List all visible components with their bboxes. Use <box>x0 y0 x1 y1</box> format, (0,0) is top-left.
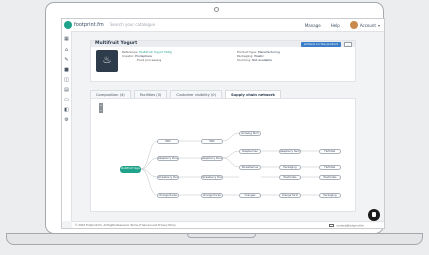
chevron-down-icon: ▾ <box>377 22 380 28</box>
copyright-text: © 2024 Footprint.fm. All Rights Reserved… <box>75 224 176 227</box>
graph-node[interactable]: Strawberries <box>239 165 261 170</box>
category-value: Food processing <box>137 58 162 62</box>
mail-icon <box>329 224 335 227</box>
supply-chain-panel: + − Multifruit Yogurt Milk Milk Raspberr… <box>90 98 356 212</box>
tab-bar: Composition (4) Facilities (3) Customer … <box>90 90 281 98</box>
graph-node[interactable]: Oranges <box>239 193 261 198</box>
graph-node[interactable]: Milk <box>157 139 179 144</box>
laptop-notch <box>187 234 256 238</box>
creator-label: Creator: <box>122 54 135 58</box>
document-icon[interactable]: ▭ <box>64 98 69 103</box>
graph-node[interactable]: Strawberry Puree <box>201 175 223 180</box>
contact-link[interactable]: contact@footprint.fm <box>329 224 364 228</box>
graph-edges <box>140 132 319 196</box>
graph-node[interactable]: Raspberry Puree <box>157 156 179 161</box>
graph-node[interactable]: Pesticides <box>319 175 341 180</box>
sidebar: ▦ ⌂ ✎ ■ ◫ ▤ ▭ ◧ ⚙ <box>62 31 72 221</box>
graph-node[interactable]: Fertilizer <box>319 149 341 154</box>
graph-node[interactable]: Pesticides <box>279 175 301 180</box>
page-title: Multifruit Yogurt <box>95 41 138 46</box>
laptop-base <box>6 233 423 245</box>
tab-supply-chain-network[interactable]: Supply chain network <box>224 90 281 98</box>
tab-customer-visibility[interactable]: Customer visibility (0) <box>170 90 222 98</box>
account-label: Account <box>359 22 376 28</box>
chart-icon[interactable]: ▤ <box>64 88 69 93</box>
cooking-pot-icon: ♨ <box>96 50 118 72</box>
settings-icon[interactable]: ⚙ <box>64 118 69 123</box>
avatar[interactable] <box>349 21 358 29</box>
grid-icon[interactable]: ▦ <box>64 37 69 42</box>
webcam-icon <box>214 7 219 12</box>
graph-node[interactable]: Raspberry Puree <box>201 156 223 161</box>
chat-button[interactable] <box>368 209 380 221</box>
sourcing-meta: Sourcing: Not available <box>237 58 272 63</box>
footer: © 2024 Footprint.fm. All Rights Reserved… <box>72 221 384 228</box>
graph-node[interactable]: Raspberry farm <box>279 149 301 154</box>
top-right-nav: Manage Help Account ▾ <box>305 21 380 29</box>
flask-icon[interactable]: ◧ <box>64 108 69 113</box>
logo-icon[interactable] <box>64 21 72 29</box>
graph-node[interactable]: Orange farm <box>279 193 301 198</box>
graph-node[interactable]: Orange Puree <box>201 193 223 198</box>
app-screen: footprint.fm Search your catalogue Manag… <box>61 18 385 229</box>
tab-facilities[interactable]: Facilities (3) <box>133 90 168 98</box>
graph-node[interactable]: Packaging <box>279 165 301 170</box>
brand-name[interactable]: footprint.fm <box>74 21 104 29</box>
home-icon[interactable]: ⌂ <box>64 48 69 53</box>
manage-link[interactable]: Manage <box>305 23 321 28</box>
graph-node-root[interactable]: Multifruit Yogurt <box>120 166 141 173</box>
top-bar: footprint.fm Search your catalogue Manag… <box>62 19 384 32</box>
graph-node[interactable]: Packaging <box>319 193 341 198</box>
leaf-icon[interactable]: ✎ <box>64 58 69 63</box>
more-options-button[interactable]: … <box>344 42 352 47</box>
graph-node[interactable]: Milk <box>201 139 223 144</box>
graph-node[interactable]: Orange Puree <box>157 193 179 198</box>
sourcing-label: Sourcing: <box>237 58 252 62</box>
help-link[interactable]: Help <box>331 23 340 28</box>
graph-node[interactable]: Raspberries <box>239 149 261 154</box>
graph-node[interactable]: Strawberry Puree <box>157 175 179 180</box>
box-icon[interactable]: ■ <box>64 68 69 73</box>
graph-node[interactable]: Growing farm <box>239 131 261 136</box>
product-header-card: Multifruit Yogurt Actions on the product… <box>90 40 356 82</box>
search-input[interactable]: Search your catalogue <box>110 21 155 29</box>
product-actions-button[interactable]: Actions on the product <box>300 42 341 47</box>
cart-icon[interactable]: ◫ <box>64 78 69 83</box>
contact-email[interactable]: contact@footprint.fm <box>336 225 364 228</box>
tab-composition[interactable]: Composition (4) <box>90 90 131 98</box>
sourcing-value: Not available <box>252 58 272 62</box>
account-menu[interactable]: Account ▾ <box>349 21 380 29</box>
graph-node[interactable]: Fertilizer <box>319 165 341 170</box>
